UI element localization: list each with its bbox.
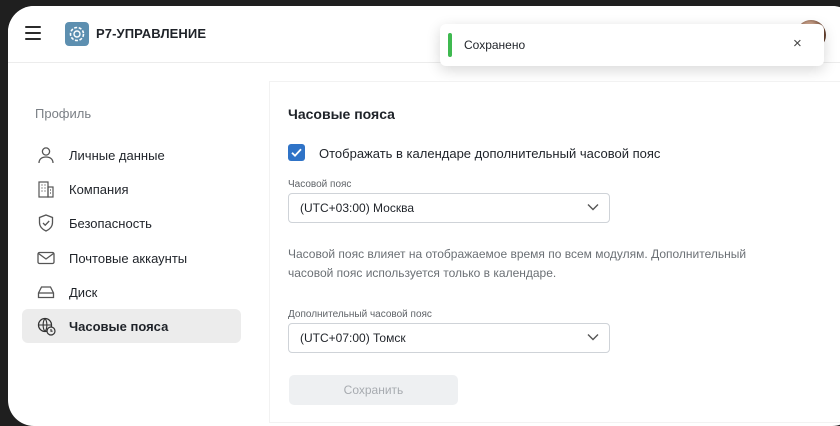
shield-icon bbox=[38, 214, 54, 232]
extra-timezone-label: Дополнительный часовой пояс bbox=[288, 309, 432, 320]
save-button[interactable]: Сохранить bbox=[289, 375, 458, 405]
sidebar-item-label: Личные данные bbox=[69, 148, 165, 163]
check-icon bbox=[291, 148, 302, 157]
extra-timezone-checkbox[interactable] bbox=[288, 144, 305, 161]
extra-timezone-select[interactable]: (UTC+07:00) Томск bbox=[288, 323, 610, 353]
toast-notification: Сохранено × bbox=[440, 24, 824, 66]
sidebar-item-company[interactable]: Компания bbox=[22, 172, 241, 206]
toast-success-bar bbox=[448, 33, 452, 57]
section-title: Часовые пояса bbox=[288, 106, 395, 122]
sidebar-item-label: Диск bbox=[69, 285, 98, 300]
globe-clock-icon bbox=[37, 317, 56, 336]
sidebar-item-label: Компания bbox=[69, 182, 129, 197]
sidebar-item-mail-accounts[interactable]: Почтовые аккаунты bbox=[22, 241, 241, 275]
checkbox-label: Отображать в календаре дополнительный ча… bbox=[319, 146, 661, 161]
sidebar-item-label: Почтовые аккаунты bbox=[69, 251, 188, 266]
user-icon bbox=[38, 147, 54, 164]
chevron-down-icon bbox=[587, 334, 599, 341]
settings-panel: Часовые пояса Отображать в календаре доп… bbox=[270, 82, 840, 422]
timezone-hint: Часовой пояс влияет на отображаемое врем… bbox=[288, 247, 747, 280]
menu-icon[interactable] bbox=[25, 26, 41, 40]
timezone-value: (UTC+03:00) Москва bbox=[300, 201, 414, 215]
disk-icon bbox=[37, 286, 55, 299]
app-window: Р7-УПРАВЛЕНИЕ ••• Сохранено × Профиль Ли… bbox=[8, 6, 840, 426]
sidebar: Профиль Личные данные Компания Безопасно… bbox=[8, 62, 258, 426]
app-title: Р7-УПРАВЛЕНИЕ bbox=[96, 26, 207, 41]
sidebar-item-disk[interactable]: Диск bbox=[22, 275, 241, 309]
chevron-down-icon bbox=[587, 204, 599, 211]
sidebar-item-label: Безопасность bbox=[69, 216, 152, 231]
close-icon[interactable]: × bbox=[793, 36, 802, 52]
sidebar-item-security[interactable]: Безопасность bbox=[22, 206, 241, 240]
sidebar-item-label: Часовые пояса bbox=[69, 319, 169, 334]
sidebar-heading: Профиль bbox=[35, 106, 92, 121]
sidebar-item-personal[interactable]: Личные данные bbox=[22, 138, 241, 172]
building-icon bbox=[38, 181, 54, 198]
toast-message: Сохранено bbox=[464, 38, 526, 52]
extra-timezone-value: (UTC+07:00) Томск bbox=[300, 331, 406, 345]
mail-icon bbox=[37, 251, 55, 265]
logo-icon bbox=[65, 22, 89, 46]
sidebar-item-timezones[interactable]: Часовые пояса bbox=[22, 309, 241, 343]
timezone-select[interactable]: (UTC+03:00) Москва bbox=[288, 193, 610, 223]
timezone-label: Часовой пояс bbox=[288, 179, 352, 190]
